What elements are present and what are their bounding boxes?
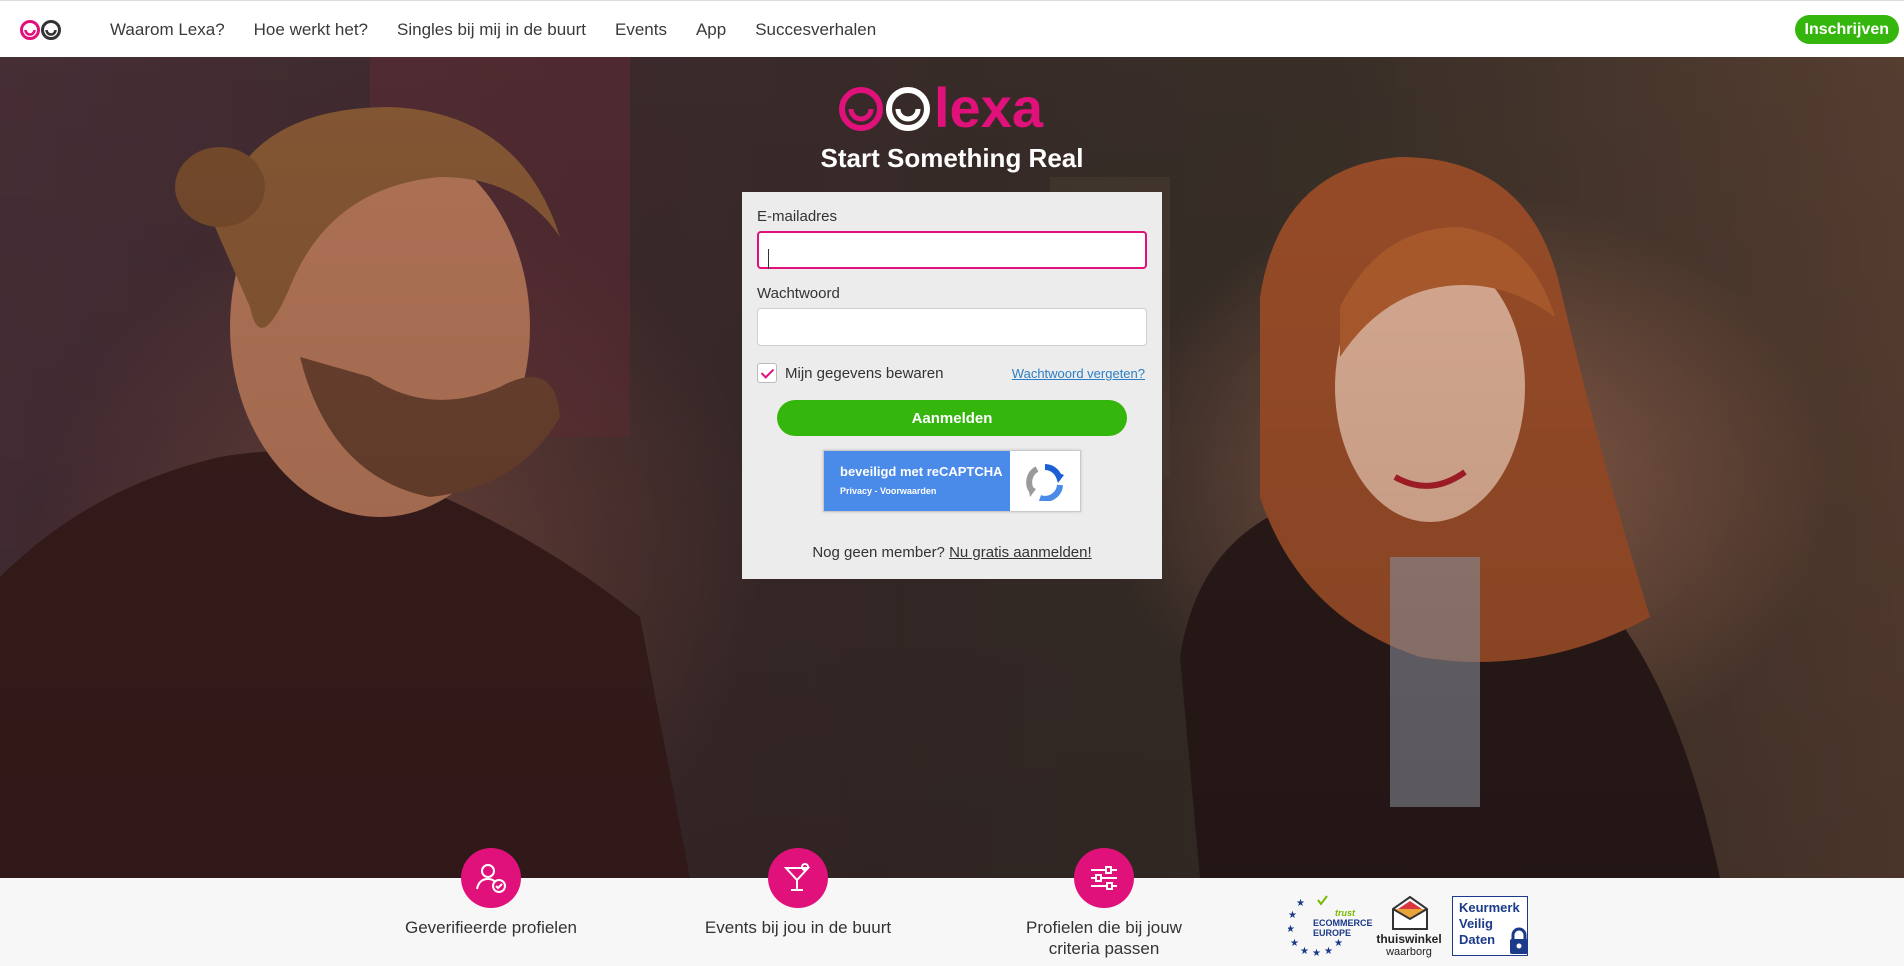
lexa-brand-logo: lexa: [839, 80, 1044, 138]
svg-text:★: ★: [1288, 910, 1297, 921]
recaptcha-title: beveiligd met reCAPTCHA: [840, 464, 1003, 479]
recaptcha-icon: [1026, 464, 1064, 501]
nav-events[interactable]: Events: [615, 20, 667, 40]
no-member-text: Nog geen member?: [812, 544, 945, 561]
free-signup-link[interactable]: Nu gratis aanmelden!: [949, 544, 1092, 561]
password-label: Wachtwoord: [757, 285, 840, 302]
nav-singles-in-de-buurt[interactable]: Singles bij mij in de buurt: [397, 20, 586, 40]
padlock-icon: [1510, 927, 1528, 954]
thuiswinkel-line2: waarborg: [1386, 946, 1432, 958]
signup-button[interactable]: Inschrijven: [1794, 15, 1899, 44]
svg-text:★: ★: [1288, 924, 1295, 935]
thuiswinkel-line1: thuiswinkel: [1376, 932, 1442, 946]
nav-succesverhalen[interactable]: Succesverhalen: [755, 20, 876, 40]
nav-waarom-lexa[interactable]: Waarom Lexa?: [110, 20, 225, 40]
login-button[interactable]: Aanmelden: [777, 400, 1127, 436]
ecommerce-trust-word: trust: [1335, 908, 1355, 918]
login-form: E-mailadres Wachtwoord Mijn gegevens bew…: [742, 192, 1162, 579]
thuiswinkel-label: thuiswinkel waarborg: [1374, 933, 1444, 958]
feature-verified-profiles: Geverifieerde profielen: [366, 848, 616, 938]
top-navigation: Waarom Lexa? Hoe werkt het? Singles bij …: [0, 0, 1904, 57]
password-field[interactable]: [757, 308, 1147, 346]
email-label: E-mailadres: [757, 208, 838, 225]
ecommerce-line2: EUROPE: [1313, 928, 1352, 938]
recaptcha-badge[interactable]: beveiligd met reCAPTCHA Privacy - Voorwa…: [823, 450, 1081, 512]
feature-matching-profiles: Profielen die bij jouw criteria passen: [979, 848, 1229, 959]
nav-hoe-werkt-het[interactable]: Hoe werkt het?: [254, 20, 368, 40]
forgot-password-link[interactable]: Wachtwoord vergeten?: [1012, 366, 1145, 381]
keurmerk-line1: Keurmerk: [1459, 900, 1520, 915]
verified-user-icon: [461, 848, 521, 908]
remember-checkbox[interactable]: [757, 363, 777, 383]
register-prompt: Nog geen member? Nu gratis aanmelden!: [742, 544, 1162, 561]
thuiswinkel-envelope-icon[interactable]: [1390, 895, 1430, 931]
svg-text:★: ★: [1324, 946, 1333, 957]
recaptcha-links[interactable]: Privacy - Voorwaarden: [840, 486, 936, 496]
svg-text:★: ★: [1334, 938, 1343, 949]
feature-label: Events bij jou in de buurt: [704, 918, 892, 937]
cocktail-icon: [768, 848, 828, 908]
email-field[interactable]: [757, 231, 1147, 269]
svg-text:★: ★: [1312, 948, 1321, 958]
remember-label: Mijn gegevens bewaren: [785, 364, 944, 382]
lexa-logo-icon[interactable]: [19, 19, 64, 41]
ecommerce-line1: ECOMMERCE: [1313, 918, 1373, 928]
svg-text:★: ★: [1290, 938, 1299, 949]
recaptcha-info: beveiligd met reCAPTCHA Privacy - Voorwa…: [824, 451, 1010, 511]
features-strip: [0, 878, 1904, 966]
feature-label: Geverifieerde profielen: [405, 918, 577, 937]
hero-tagline: Start Something Real: [820, 143, 1084, 173]
text-caret: [768, 249, 769, 269]
ecommerce-europe-text: trust ECOMMERCE EUROPE: [1307, 908, 1373, 938]
svg-text:★: ★: [1300, 946, 1309, 957]
feature-label: Profielen die bij jouw criteria passen: [1026, 918, 1182, 958]
main-menu: Waarom Lexa? Hoe werkt het? Singles bij …: [110, 1, 876, 58]
sliders-icon: [1074, 848, 1134, 908]
svg-text:★: ★: [1296, 898, 1305, 909]
feature-events-nearby: Events bij jou in de buurt: [673, 848, 923, 938]
remember-me[interactable]: Mijn gegevens bewaren: [757, 363, 943, 383]
keurmerk-veilig-daten-badge[interactable]: Keurmerk Veilig Daten: [1452, 896, 1528, 956]
brand-wordmark: lexa: [934, 80, 1044, 138]
nav-app[interactable]: App: [696, 20, 726, 40]
